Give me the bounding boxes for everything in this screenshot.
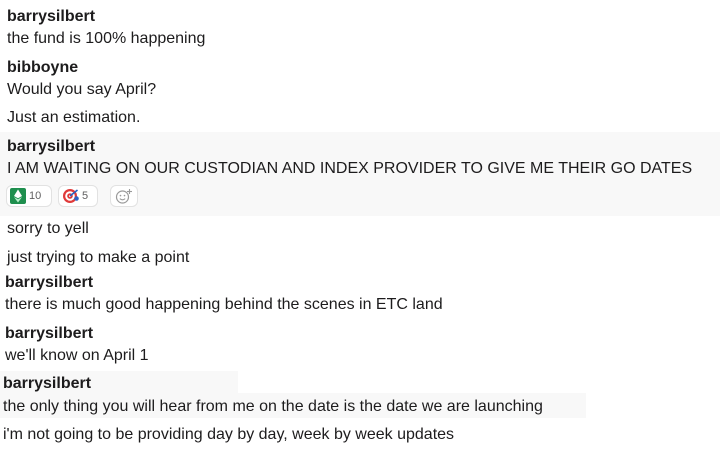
message-author[interactable]: barrysilbert	[5, 324, 93, 344]
message-author[interactable]: barrysilbert	[3, 374, 91, 394]
message-text: just trying to make a point	[7, 249, 190, 266]
add-reaction-icon	[115, 188, 133, 204]
message-author[interactable]: barrysilbert	[5, 273, 93, 293]
reaction-pill[interactable]: 5	[58, 185, 98, 207]
add-reaction-button[interactable]	[110, 185, 138, 207]
message-author[interactable]: bibboyne	[7, 58, 78, 78]
reaction-count: 5	[82, 190, 89, 202]
ethereum-classic-icon	[10, 188, 26, 204]
message-text: Would you say April?	[7, 81, 157, 98]
reaction-count: 10	[29, 190, 42, 202]
message-text: there is much good happening behind the …	[5, 296, 443, 313]
message-text: i'm not going to be providing day by day…	[3, 426, 455, 443]
reaction-pill[interactable]: 10	[6, 185, 52, 207]
message-text: we'll know on April 1	[5, 347, 149, 364]
message-text: Just an estimation.	[7, 109, 141, 126]
message-text: I AM WAITING ON OUR CUSTODIAN AND INDEX …	[7, 160, 693, 177]
message-text: the only thing you will hear from me on …	[3, 398, 543, 415]
message-author[interactable]: barrysilbert	[7, 7, 95, 27]
message-text: the fund is 100% happening	[7, 30, 206, 47]
message-text: sorry to yell	[7, 220, 89, 237]
target-icon	[62, 188, 79, 204]
message-author[interactable]: barrysilbert	[7, 137, 95, 157]
